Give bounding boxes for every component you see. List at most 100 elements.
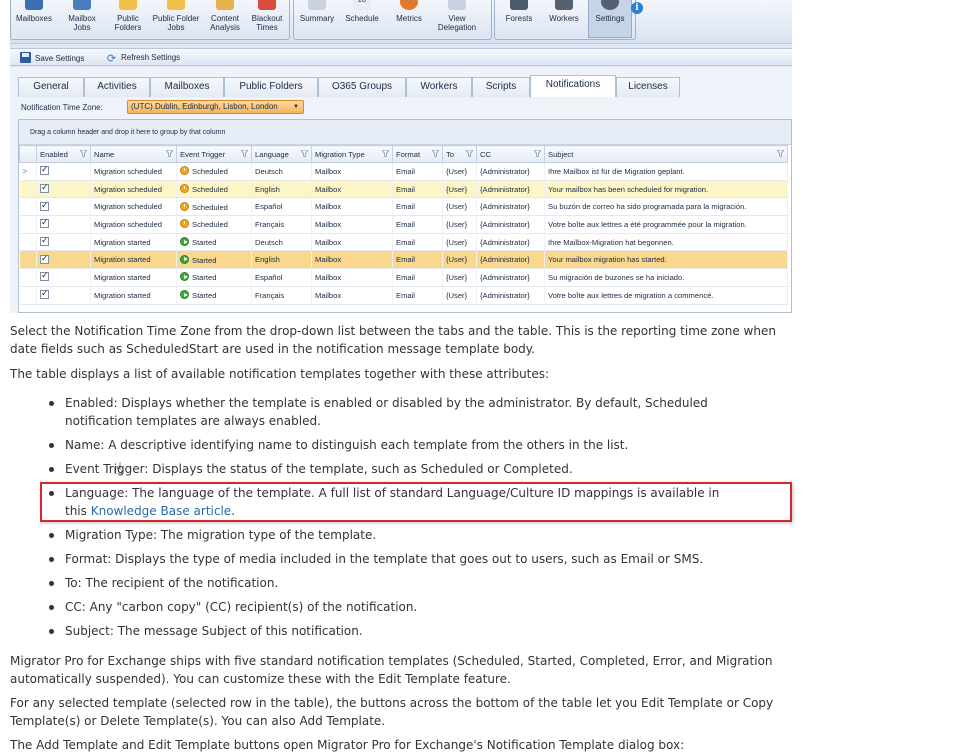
cell-subject: Su buzón de correo ha sido programada pa…	[544, 197, 788, 217]
ribbon-public-folder-jobs[interactable]: Public Folder Jobs	[151, 0, 201, 38]
enabled-checkbox[interactable]	[40, 235, 49, 247]
content-analysis-icon	[216, 0, 234, 10]
enabled-checkbox[interactable]	[40, 288, 49, 300]
summary-icon	[308, 0, 326, 10]
col-to[interactable]: To	[442, 145, 477, 163]
table-row[interactable]: Migration startedStartedFrançaisMailboxE…	[19, 286, 788, 305]
ribbon-blackout-times[interactable]: Blackout Times	[247, 0, 287, 38]
ribbon-content-analysis[interactable]: Content Analysis	[203, 0, 247, 38]
enabled-checkbox[interactable]	[40, 217, 49, 229]
cell-migration-type: Mailbox	[311, 233, 393, 252]
col-format[interactable]: Format	[392, 145, 443, 163]
started-icon	[180, 237, 189, 247]
list-item: Migration Type: The migration type of th…	[49, 526, 730, 544]
tab-o365-groups[interactable]: O365 Groups	[318, 77, 406, 97]
cell-language: Français	[251, 286, 312, 305]
col-language[interactable]: Language	[251, 145, 312, 163]
table-row[interactable]: Migration scheduledScheduledEspañolMailb…	[19, 197, 788, 217]
enabled-checkbox[interactable]	[40, 253, 49, 264]
cell-format: Email	[392, 215, 443, 234]
enabled-checkbox[interactable]	[40, 182, 49, 194]
col-enabled[interactable]: Enabled	[36, 145, 91, 163]
filter-icon[interactable]	[777, 150, 784, 157]
refresh-icon: ⟳	[106, 53, 117, 65]
filter-icon[interactable]	[80, 150, 87, 157]
cell-to: {User}	[442, 162, 477, 181]
tab-scripts[interactable]: Scripts	[472, 77, 530, 97]
tab-notifications[interactable]: Notifications	[530, 75, 616, 97]
started-icon	[180, 272, 189, 282]
cell-event-trigger: Scheduled	[176, 197, 252, 217]
col-cc[interactable]: CC	[476, 145, 545, 163]
col-event-trigger[interactable]: Event Trigger	[176, 145, 252, 163]
filter-icon[interactable]	[301, 150, 308, 157]
filter-icon[interactable]	[534, 150, 541, 157]
settings-body: General Activities Mailboxes Public Fold…	[10, 67, 792, 313]
tab-workers[interactable]: Workers	[406, 77, 472, 97]
cell-enabled	[36, 250, 91, 270]
filter-icon[interactable]	[382, 150, 389, 157]
cell-language: Deutsch	[251, 233, 312, 252]
refresh-settings-button[interactable]: ⟳ Refresh Settings	[106, 52, 180, 65]
ribbon-mailboxes[interactable]: Mailboxes	[12, 0, 56, 38]
col-migration-type[interactable]: Migration Type	[311, 145, 393, 163]
enabled-checkbox[interactable]	[40, 270, 49, 282]
cell-to: {User}	[442, 180, 477, 199]
list-item: Format: Displays the type of media inclu…	[49, 550, 730, 568]
doc-paragraph-buttons: For any selected template (selected row …	[10, 696, 774, 728]
started-icon	[180, 254, 189, 264]
table-row[interactable]: Migration startedStartedDeutschMailboxEm…	[19, 233, 788, 252]
filter-icon[interactable]	[241, 150, 248, 157]
filter-icon[interactable]	[466, 150, 473, 157]
cell-name: Migration started	[90, 286, 177, 305]
table-row[interactable]: Migration scheduledScheduledEnglishMailb…	[19, 180, 788, 199]
workers-icon	[555, 0, 573, 10]
cell-migration-type: Mailbox	[311, 197, 393, 217]
tab-public-folders[interactable]: Public Folders	[224, 77, 318, 97]
cell-to: {User}	[442, 233, 477, 252]
list-item: Enabled: Displays whether the template i…	[49, 394, 730, 430]
cell-language: English	[251, 180, 312, 199]
ribbon-schedule[interactable]: 28 Schedule	[340, 0, 384, 38]
ribbon-public-folders[interactable]: Public Folders	[108, 0, 148, 38]
ribbon-view-delegation[interactable]: View Delegation	[431, 0, 483, 38]
enabled-checkbox[interactable]	[40, 164, 49, 176]
table-row[interactable]: > Migration scheduledScheduledDeutschMail…	[19, 162, 788, 181]
filter-icon[interactable]	[166, 150, 173, 157]
timezone-select[interactable]: (UTC) Dublin, Edinburgh, Lisbon, London …	[127, 100, 304, 114]
info-icon[interactable]: i	[631, 2, 643, 14]
ribbon-summary[interactable]: Summary	[296, 0, 338, 38]
col-subject[interactable]: Subject	[544, 145, 788, 163]
col-name[interactable]: Name	[90, 145, 177, 163]
cell-enabled	[36, 286, 91, 305]
cell-name: Migration started	[90, 233, 177, 252]
ribbon-mailbox-jobs[interactable]: Mailbox Jobs	[60, 0, 104, 38]
cell-event-trigger: Scheduled	[176, 162, 252, 181]
cell-subject: Ihre Mailbox-Migration hat begonnen.	[544, 233, 788, 252]
group-by-hint: Drag a column header and drop it here to…	[19, 120, 791, 145]
cell-migration-type: Mailbox	[311, 162, 393, 181]
enabled-checkbox[interactable]	[40, 200, 49, 211]
tab-general[interactable]: General	[18, 77, 84, 97]
row-indicator: >	[19, 162, 37, 181]
filter-icon[interactable]	[432, 150, 439, 157]
row-indicator	[19, 180, 37, 199]
ribbon-settings[interactable]: Settings	[588, 0, 632, 38]
tab-mailboxes[interactable]: Mailboxes	[150, 77, 224, 97]
tab-activities[interactable]: Activities	[84, 77, 150, 97]
highlight-box	[40, 482, 792, 522]
save-settings-button[interactable]: Save Settings	[20, 52, 84, 64]
table-row[interactable]: Migration startedStartedEspañolMailboxEm…	[19, 268, 788, 287]
table-row[interactable]: Migration scheduledScheduledFrançaisMail…	[19, 215, 788, 234]
cell-event-trigger: Started	[176, 233, 252, 252]
tab-licenses[interactable]: Licenses	[616, 77, 680, 97]
notification-table: Enabled Name Event Trigger Language Migr…	[19, 145, 788, 305]
cell-language: Español	[251, 268, 312, 287]
ribbon-metrics[interactable]: Metrics	[390, 0, 428, 38]
scheduled-icon	[180, 201, 189, 211]
ribbon-workers[interactable]: Workers	[542, 0, 586, 38]
table-row[interactable]: Migration startedStartedEnglishMailboxEm…	[19, 250, 788, 270]
cell-name: Migration scheduled	[90, 180, 177, 199]
ribbon-forests[interactable]: Forests	[498, 0, 540, 38]
cell-subject: Your mailbox has been scheduled for migr…	[544, 180, 788, 199]
